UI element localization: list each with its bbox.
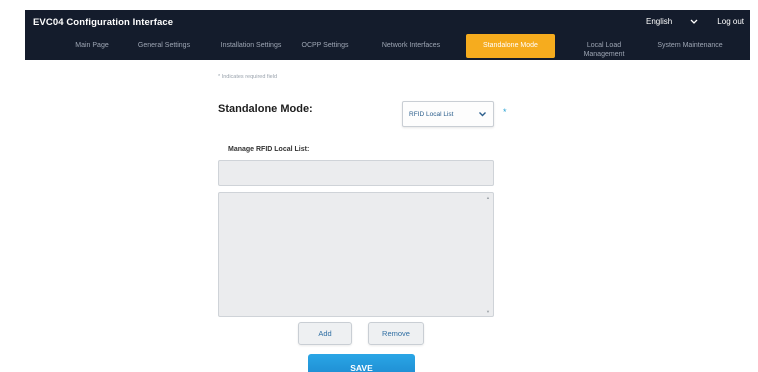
nav-main-page[interactable]: Main Page <box>67 34 117 60</box>
rfid-tag-input[interactable] <box>218 160 494 186</box>
nav-local-load-management[interactable]: Local Load Management <box>571 34 637 60</box>
main-nav: Main Page General Settings Installation … <box>25 34 750 60</box>
required-marker: * <box>503 107 507 117</box>
nav-ocpp-settings[interactable]: OCPP Settings <box>293 34 357 60</box>
nav-local-load-label-line1: Local Load <box>586 42 622 49</box>
save-button[interactable]: SAVE <box>308 354 415 372</box>
add-button[interactable]: Add <box>298 322 352 345</box>
standalone-mode-label: Standalone Mode: <box>218 103 313 115</box>
language-select[interactable]: English <box>646 17 672 26</box>
logout-link[interactable]: Log out <box>717 17 744 26</box>
standalone-mode-value: RFID Local List <box>409 111 454 118</box>
nav-standalone-mode[interactable]: Standalone Mode <box>466 34 555 58</box>
manage-rfid-label: Manage RFID Local List: <box>228 146 310 153</box>
scroll-down-icon[interactable]: ▼ <box>486 309 490 314</box>
nav-general-settings[interactable]: General Settings <box>129 34 199 60</box>
chevron-down-icon[interactable] <box>689 18 699 26</box>
scroll-up-icon[interactable]: ▲ <box>486 195 490 200</box>
rfid-local-list[interactable]: ▲ ▼ <box>218 192 494 317</box>
nav-local-load-label-line2: Management <box>583 51 625 59</box>
remove-button[interactable]: Remove <box>368 322 424 345</box>
chevron-down-icon <box>479 112 486 117</box>
required-field-note: * Indicates required field <box>218 74 278 80</box>
top-bar: EVC04 Configuration Interface English Lo… <box>25 10 750 60</box>
nav-installation-settings[interactable]: Installation Settings <box>211 34 291 60</box>
app-title: EVC04 Configuration Interface <box>33 17 174 28</box>
nav-system-maintenance[interactable]: System Maintenance <box>645 34 735 60</box>
nav-network-interfaces[interactable]: Network Interfaces <box>373 34 449 60</box>
standalone-mode-select[interactable]: RFID Local List <box>402 101 494 127</box>
